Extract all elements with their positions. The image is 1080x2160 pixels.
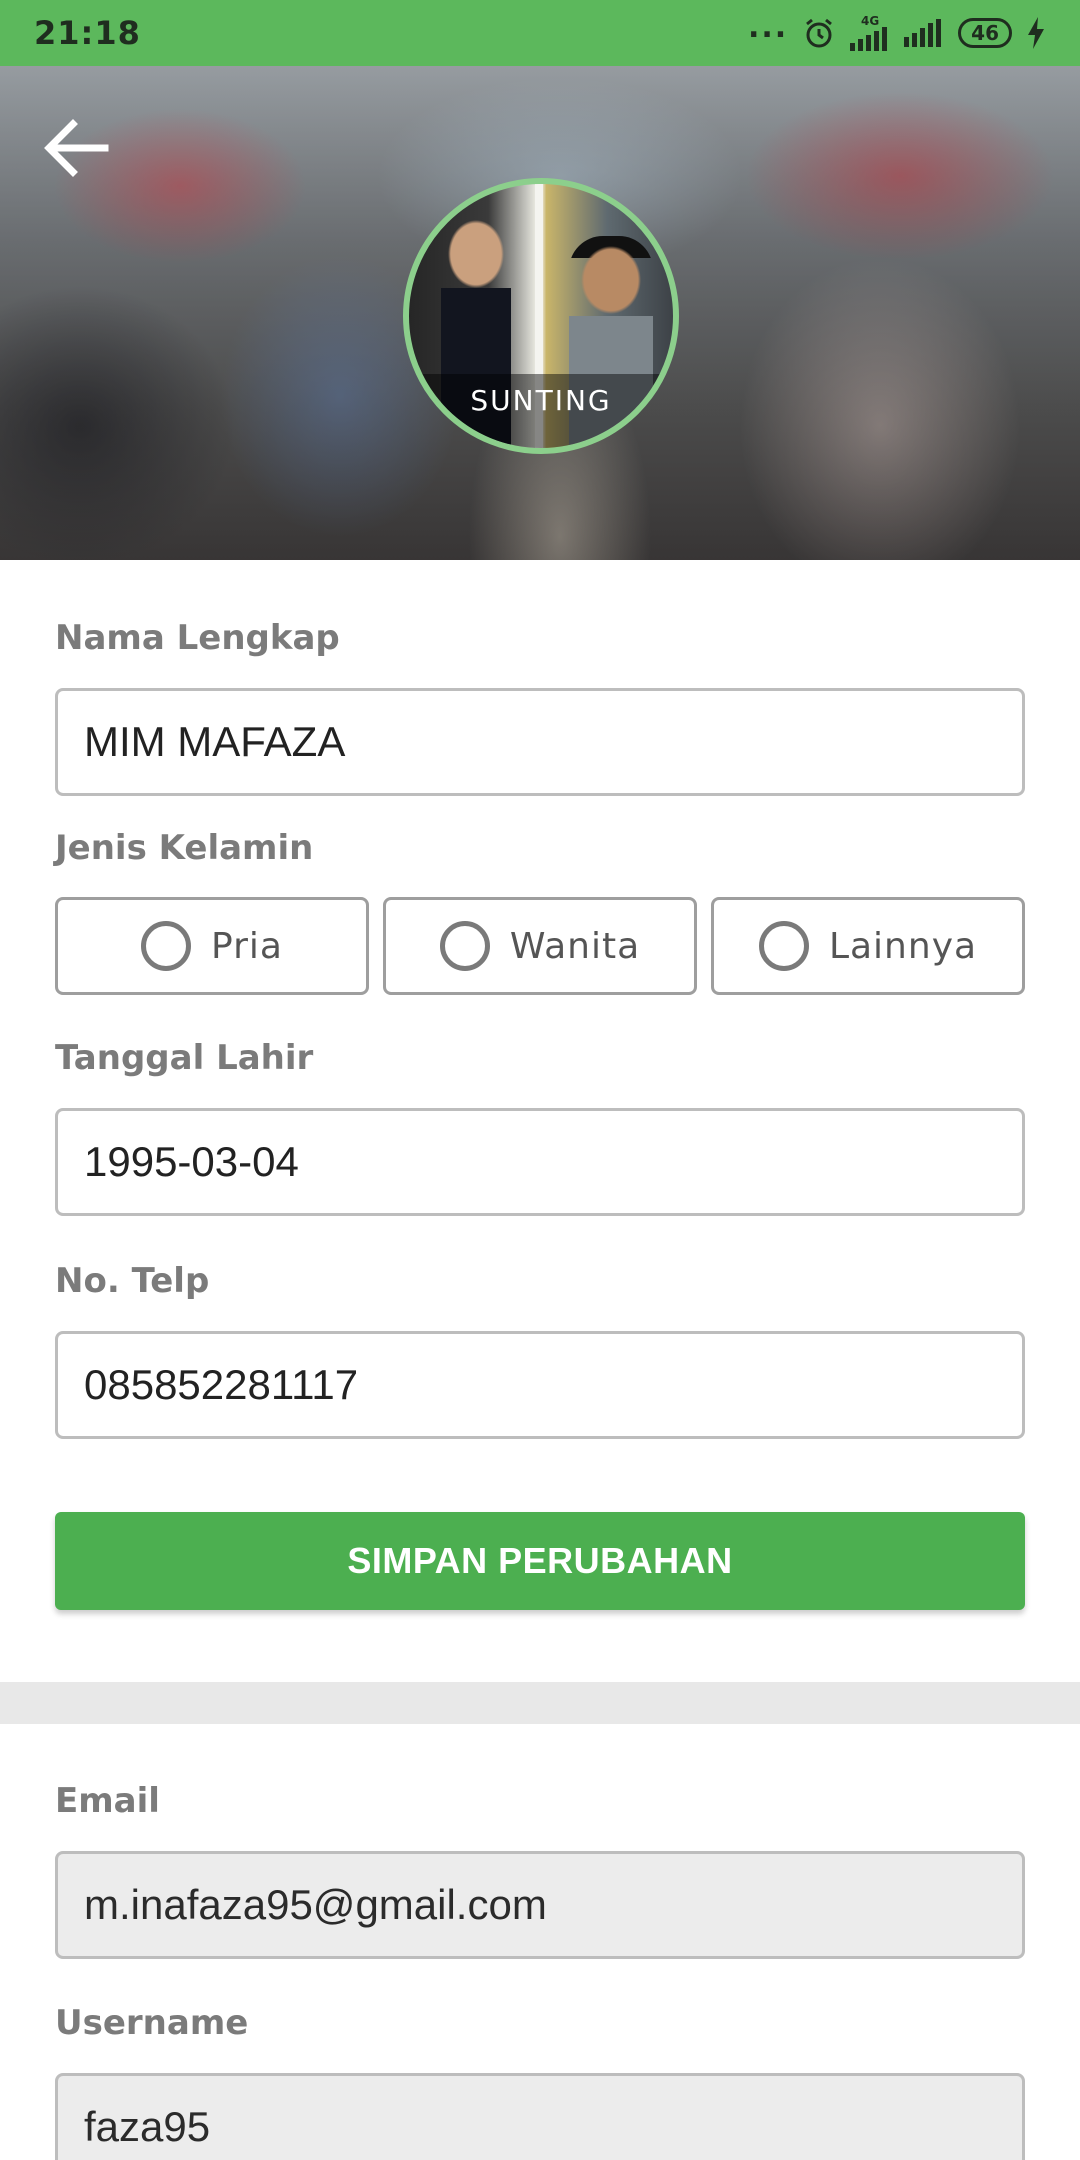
gender-option-lainnya[interactable]: Lainnya: [711, 897, 1025, 995]
full-name-field-wrap: [55, 688, 1025, 796]
radio-unchecked-icon: [758, 921, 809, 971]
gender-section: Jenis Kelamin: [55, 828, 1025, 868]
birth-date-field-wrap: [55, 1108, 1025, 1216]
more-notifications-icon: ...: [747, 9, 789, 45]
charging-icon: [1028, 17, 1044, 49]
birth-date-section: Tanggal Lahir: [55, 1038, 1025, 1078]
gender-option-label: Pria: [211, 925, 283, 967]
status-time: 21:18: [34, 14, 141, 52]
phone-label: No. Telp: [55, 1261, 210, 1301]
profile-cover-photo: SUNTING: [0, 66, 1080, 560]
gender-option-label: Lainnya: [828, 925, 978, 967]
gender-option-label: Wanita: [509, 925, 641, 967]
full-name-section: Nama Lengkap: [55, 618, 1025, 658]
signal-icon: [850, 27, 888, 51]
status-bar: 21:18 ... 4G 46: [0, 0, 1080, 66]
phone-section: No. Telp: [55, 1261, 1025, 1301]
status-icons: ... 4G 46: [748, 10, 1046, 51]
battery-level: 46: [971, 21, 999, 45]
birth-date-label: Tanggal Lahir: [55, 1038, 314, 1078]
email-field-wrap: [55, 1851, 1025, 1959]
birth-date-input[interactable]: [55, 1108, 1025, 1216]
username-section: Username: [55, 2003, 1025, 2043]
back-button[interactable]: [34, 106, 118, 190]
gender-option-pria[interactable]: Pria: [55, 897, 369, 995]
edit-avatar-button[interactable]: SUNTING: [409, 374, 673, 448]
arrow-left-icon: [44, 119, 109, 177]
battery-icon: 46: [958, 18, 1012, 48]
radio-unchecked-icon: [439, 921, 490, 971]
gender-option-wanita[interactable]: Wanita: [383, 897, 697, 995]
gender-label: Jenis Kelamin: [55, 828, 314, 868]
section-divider: [0, 1682, 1080, 1724]
email-section: Email: [55, 1781, 1025, 1821]
username-field-wrap: [55, 2073, 1025, 2160]
username-field: [55, 2073, 1025, 2160]
full-name-label: Nama Lengkap: [55, 618, 340, 658]
alarm-icon: [806, 18, 833, 48]
phone-field-wrap: [55, 1331, 1025, 1439]
avatar[interactable]: SUNTING: [403, 178, 679, 454]
signal-icon-2: [904, 19, 942, 47]
email-label: Email: [55, 1781, 160, 1821]
radio-unchecked-icon: [141, 921, 192, 971]
gender-options: Pria Wanita Lainnya: [55, 897, 1025, 995]
full-name-input[interactable]: [55, 688, 1025, 796]
username-label: Username: [55, 2003, 249, 2043]
email-field: [55, 1851, 1025, 1959]
network-type: 4G: [850, 15, 890, 51]
save-changes-button[interactable]: SIMPAN PERUBAHAN: [55, 1512, 1025, 1610]
network-label: 4G: [861, 14, 880, 28]
phone-input[interactable]: [55, 1331, 1025, 1439]
